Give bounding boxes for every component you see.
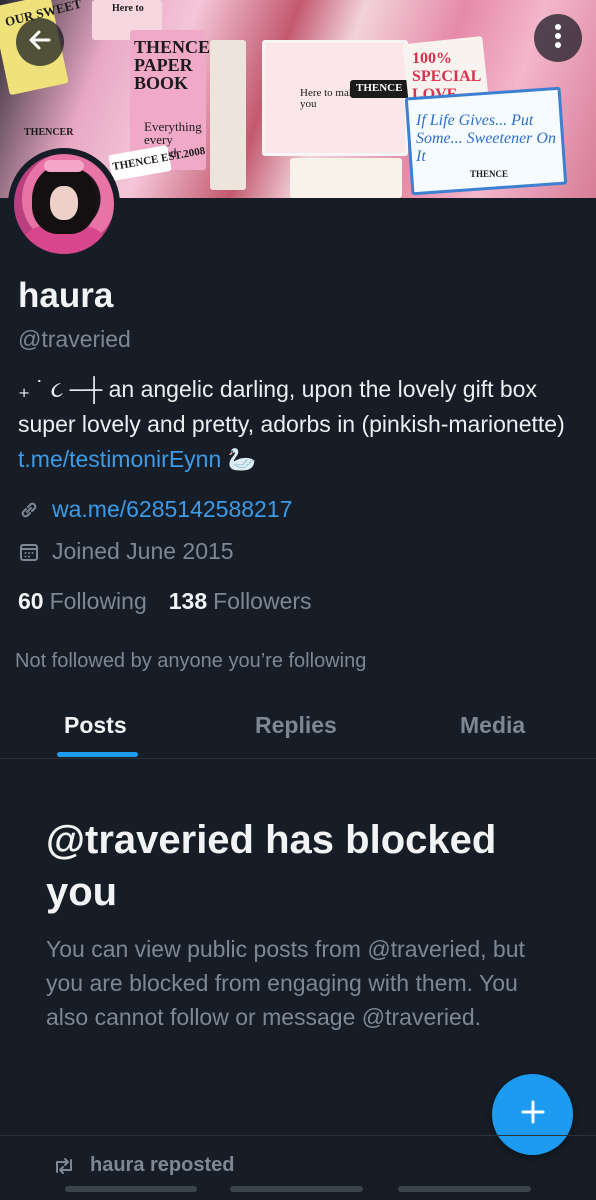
banner-text: THENCER bbox=[24, 127, 74, 138]
blocked-title: @traveried has blocked you bbox=[46, 818, 497, 914]
compose-button[interactable] bbox=[492, 1074, 573, 1155]
banner-text: If Life Gives... Put Some... Sweetener O… bbox=[416, 112, 556, 165]
avatar[interactable] bbox=[8, 148, 120, 260]
profile-name: haura bbox=[18, 276, 114, 315]
website-row: wa.me/6285142588217 bbox=[18, 496, 292, 523]
swan-emoji: 🦢 bbox=[227, 446, 257, 472]
followers-label: Followers bbox=[213, 588, 312, 614]
banner-text: Here to bbox=[112, 3, 144, 14]
banner-text: THENCE bbox=[356, 82, 403, 94]
arrow-left-icon bbox=[27, 27, 53, 58]
website-link[interactable]: wa.me/6285142588217 bbox=[52, 496, 292, 523]
bio-text: ₊ ˙ ૮ ─┼ an angelic darling, upon the lo… bbox=[18, 376, 565, 437]
tab-media[interactable]: Media bbox=[460, 712, 525, 739]
bio-link[interactable]: t.me/testimonirEynn bbox=[18, 446, 221, 472]
banner-card bbox=[290, 158, 402, 198]
loading-placeholder bbox=[65, 1186, 197, 1192]
active-tab-indicator bbox=[57, 752, 138, 757]
banner-text: THENCE PAPER BOOK bbox=[134, 37, 211, 93]
more-options-button[interactable] bbox=[534, 14, 582, 62]
banner-text: THENCE bbox=[470, 169, 509, 179]
more-vertical-icon bbox=[554, 23, 562, 54]
repost-icon bbox=[52, 1156, 76, 1176]
loading-placeholder bbox=[398, 1186, 531, 1192]
following-count: 60 bbox=[18, 588, 44, 614]
profile-handle: @traveried bbox=[18, 326, 131, 352]
repost-label: haura reposted bbox=[90, 1154, 235, 1176]
following-link[interactable]: 60 Following bbox=[18, 588, 147, 615]
banner-card bbox=[210, 40, 246, 190]
followers-link[interactable]: 138 Followers bbox=[169, 588, 312, 615]
not-followed-note: Not followed by anyone you’re following bbox=[15, 650, 367, 672]
link-icon bbox=[18, 499, 40, 521]
blocked-description: You can view public posts from @traverie… bbox=[46, 936, 525, 1030]
plus-icon bbox=[520, 1099, 546, 1130]
profile-tabs: Posts Replies Media bbox=[0, 698, 596, 759]
profile-bio: ₊ ˙ ૮ ─┼ an angelic darling, upon the lo… bbox=[18, 372, 578, 477]
tab-replies[interactable]: Replies bbox=[255, 712, 337, 739]
back-button[interactable] bbox=[16, 18, 64, 66]
follow-stats: 60 Following 138 Followers bbox=[18, 588, 334, 615]
calendar-icon bbox=[18, 541, 40, 563]
tab-posts[interactable]: Posts bbox=[64, 712, 127, 739]
followers-count: 138 bbox=[168, 588, 208, 614]
divider bbox=[0, 1135, 596, 1136]
following-label: Following bbox=[49, 588, 147, 614]
loading-placeholder bbox=[230, 1186, 363, 1192]
joined-date: Joined June 2015 bbox=[52, 538, 234, 564]
joined-row: Joined June 2015 bbox=[18, 538, 234, 565]
avatar-image bbox=[14, 154, 114, 254]
repost-indicator: haura reposted bbox=[52, 1154, 234, 1177]
